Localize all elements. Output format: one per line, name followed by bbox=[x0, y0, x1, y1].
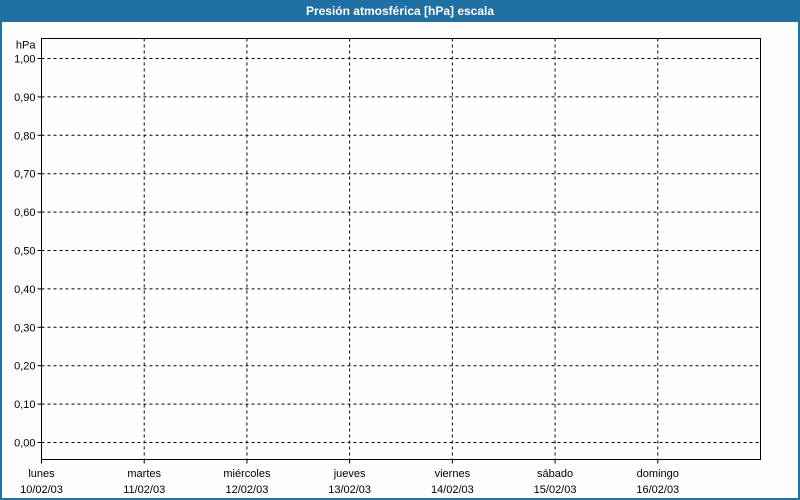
y-tick-label: 0,80 bbox=[14, 130, 35, 142]
y-tick-label: 0,90 bbox=[14, 92, 35, 104]
x-date-label: 15/02/03 bbox=[534, 484, 577, 496]
pressure-chart-window: Presión atmosférica [hPa] escala 1,00 0,9… bbox=[0, 0, 800, 500]
plot-area bbox=[41, 38, 761, 460]
pressure-chart-plot: 1,00 0,90 0,80 0,70 0,60 0,50 0,40 0,30 0,20 0,10… bbox=[14, 38, 761, 496]
y-tick-label: 0,70 bbox=[14, 169, 35, 181]
x-day-label: martes bbox=[127, 468, 161, 480]
y-tick-label: 0,60 bbox=[14, 207, 35, 219]
y-axis-unit-label: hPa bbox=[16, 40, 36, 52]
x-day-label: viernes bbox=[435, 468, 471, 480]
y-tick-label: 0,10 bbox=[14, 399, 35, 411]
y-tick-label: 0,30 bbox=[14, 322, 35, 334]
x-date-label: 10/02/03 bbox=[20, 484, 63, 496]
x-day-label: sábado bbox=[537, 468, 573, 480]
x-day-label: lunes bbox=[28, 468, 55, 480]
x-date-label: 11/02/03 bbox=[123, 484, 165, 496]
plot-root: 1,00 0,90 0,80 0,70 0,60 0,50 0,40 0,30 0,20 0,10… bbox=[14, 38, 761, 496]
titlebar: Presión atmosférica [hPa] escala bbox=[2, 2, 798, 22]
x-day-label: domingo bbox=[637, 468, 679, 480]
x-date-label: 12/02/03 bbox=[226, 484, 269, 496]
y-tick-label: 1,00 bbox=[14, 54, 35, 66]
x-day-label: jueves bbox=[333, 468, 366, 480]
y-tick-label: 0,40 bbox=[14, 284, 35, 296]
x-day-label: miércoles bbox=[223, 468, 271, 480]
y-tick-label: 0,20 bbox=[14, 361, 35, 373]
y-tick-label: 0,00 bbox=[14, 438, 35, 450]
window-title: Presión atmosférica [hPa] escala bbox=[305, 4, 495, 18]
y-tick-label: 0,50 bbox=[14, 246, 35, 258]
x-date-label: 13/02/03 bbox=[328, 484, 371, 496]
x-date-label: 16/02/03 bbox=[636, 484, 679, 496]
x-date-label: 14/02/03 bbox=[431, 484, 474, 496]
